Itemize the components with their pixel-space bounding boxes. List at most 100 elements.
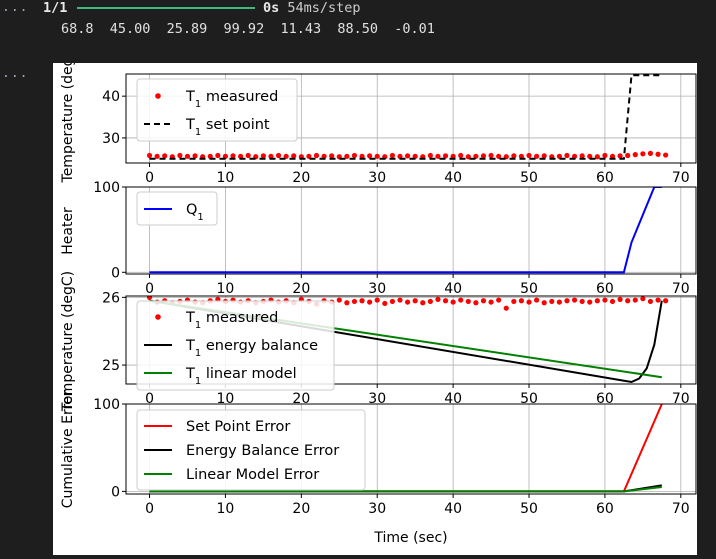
subplot1-point-2 xyxy=(162,153,168,159)
subplot2-series-line-0 xyxy=(149,187,662,274)
subplot1-point-5 xyxy=(184,153,191,159)
subplot2-xtick-label-0: 0 xyxy=(145,281,154,297)
subplot3-point-37 xyxy=(427,298,433,305)
subplot3-point-60 xyxy=(602,297,608,303)
subplot1-point-0 xyxy=(146,152,153,159)
subplot1-point-66 xyxy=(647,150,654,156)
subplot3-point-26 xyxy=(344,300,350,306)
progress-rate: 54ms/step xyxy=(287,0,361,16)
subplot4-xtick-label-6: 60 xyxy=(596,501,614,517)
subplot3-point-56 xyxy=(571,297,578,303)
subplot1-point-13 xyxy=(245,152,251,159)
subplot3-point-47 xyxy=(503,305,509,311)
subplot4-xtick-label-4: 40 xyxy=(444,501,462,517)
subplot1-point-6 xyxy=(192,153,198,159)
subplot1-xtick-label-4: 40 xyxy=(444,170,462,186)
subplot3-point-27 xyxy=(351,298,358,305)
subplot-1: 30 40 0 10 20 30 40 50 60 70 Temperature (deg xyxy=(60,63,697,186)
output-gutter-ellipsis[interactable]: ... xyxy=(2,66,28,81)
subplot1-point-19 xyxy=(291,153,297,159)
subplot1-point-67 xyxy=(655,151,661,157)
subplot3-ytick-label-1: 26 xyxy=(102,290,120,306)
subplot3-point-38 xyxy=(435,296,441,302)
subplot3-point-44 xyxy=(480,298,487,304)
subplot1-xtick-label-7: 70 xyxy=(672,170,690,186)
subplot3-legend-marker-0 xyxy=(155,314,161,320)
subplot2-series-group xyxy=(149,187,662,274)
figure-panel: 30 40 0 10 20 30 40 50 60 70 Temperature (deg T1 me… xyxy=(53,63,697,555)
subplot1-point-55 xyxy=(564,152,570,159)
subplot-4: 0 100 0 10 20 30 40 50 60 70 Cumulative Error Time … xyxy=(60,390,697,546)
subplot1-point-24 xyxy=(329,153,335,159)
subplot4-xtick-label-7: 70 xyxy=(672,501,690,517)
subplot3-point-51 xyxy=(534,297,540,303)
subplot4-xlabel: Time (sec) xyxy=(373,530,447,546)
progress-timing: 0s 54ms/step xyxy=(263,0,361,16)
subplot3-point-48 xyxy=(511,298,517,305)
progress-count: 1/1 xyxy=(43,0,68,16)
subplot1-point-4 xyxy=(177,152,183,159)
subplot3-point-28 xyxy=(359,298,365,304)
subplot1-point-11 xyxy=(230,153,236,159)
subplot3-point-32 xyxy=(389,298,396,305)
subplot3-point-45 xyxy=(488,299,494,305)
subplot3-point-41 xyxy=(458,297,464,303)
subplot4-legend-label-2: Linear Model Error xyxy=(186,467,319,483)
subplot3-point-40 xyxy=(450,299,456,305)
subplot3-point-34 xyxy=(404,299,411,305)
subplot1-point-15 xyxy=(260,153,266,159)
subplot3-point-59 xyxy=(594,298,600,304)
subplot1-point-62 xyxy=(617,153,623,159)
subplot3-point-39 xyxy=(442,298,449,304)
subplot1-ytick-label-1: 40 xyxy=(102,89,120,105)
subplot3-point-67 xyxy=(655,297,661,303)
subplot2-ytick-label-1: 100 xyxy=(93,180,120,196)
subplot3-point-53 xyxy=(549,298,555,305)
printed-values: 68.8 45.00 25.89 99.92 11.43 88.50 -0.01 xyxy=(61,21,435,37)
subplot3-point-33 xyxy=(397,297,403,303)
subplot4-xtick-label-0: 0 xyxy=(145,501,154,517)
cell-gutter-ellipsis[interactable]: ... xyxy=(2,0,28,15)
subplot2-ylabel: Heater xyxy=(60,207,76,255)
subplot1-point-50 xyxy=(526,152,532,159)
subplot4-xtick-label-5: 50 xyxy=(520,501,538,517)
subplot1-point-59 xyxy=(594,154,600,160)
subplot3-point-52 xyxy=(541,300,547,306)
subplot1-ytick-label-0: 30 xyxy=(102,131,120,147)
subplot3-point-66 xyxy=(647,298,654,305)
subplot3-point-65 xyxy=(640,296,646,302)
subplot3-point-42 xyxy=(465,298,471,305)
subplot1-point-34 xyxy=(404,153,411,159)
subplot3-point-29 xyxy=(367,299,373,305)
subplot3-point-61 xyxy=(609,298,616,305)
subplot1-xtick-label-2: 20 xyxy=(292,170,310,186)
subplot3-point-25 xyxy=(336,297,342,303)
subplot3-point-36 xyxy=(420,300,426,306)
subplot4-legend-label-1: Energy Balance Error xyxy=(186,443,339,459)
subplot1-point-32 xyxy=(389,152,396,159)
subplot3-point-54 xyxy=(556,299,562,305)
subplot2-xtick-label-6: 60 xyxy=(596,281,614,297)
subplot4-xtick-label-3: 30 xyxy=(368,501,386,517)
subplot3-point-46 xyxy=(496,297,502,303)
subplot2-xtick-label-4: 40 xyxy=(444,281,462,297)
subplot3-point-57 xyxy=(579,298,585,305)
subplot2-xtick-label-5: 50 xyxy=(520,281,538,297)
subplot1-point-41 xyxy=(458,152,464,159)
subplot2-xtick-label-1: 10 xyxy=(217,281,235,297)
subplot1-xtick-label-0: 0 xyxy=(145,170,154,186)
subplot3-point-68 xyxy=(663,298,669,304)
subplot3-ytick-label-0: 25 xyxy=(102,358,120,374)
subplot3-point-63 xyxy=(625,298,631,304)
subplot1-xtick-label-6: 60 xyxy=(596,170,614,186)
subplot3-point-62 xyxy=(617,296,623,302)
subplot2-xtick-label-2: 20 xyxy=(292,281,310,297)
subplot4-ytick-label-1: 100 xyxy=(93,397,120,413)
subplot1-xtick-label-1: 10 xyxy=(217,170,235,186)
subplot3-point-50 xyxy=(526,299,532,305)
subplot1-point-65 xyxy=(640,151,646,157)
subplot1-point-60 xyxy=(602,152,608,159)
subplot1-point-64 xyxy=(632,152,638,158)
subplot1-legend-marker-0 xyxy=(155,93,161,99)
subplot3-point-35 xyxy=(412,298,418,304)
